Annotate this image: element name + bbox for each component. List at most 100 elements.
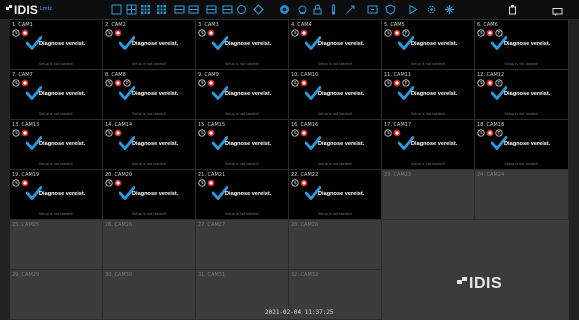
record-status-icon: [105, 29, 113, 37]
layout-3x3-icon[interactable]: [140, 4, 151, 15]
layout-sequence-icon[interactable]: [253, 4, 264, 15]
idis-big-logo: IDIS: [457, 275, 517, 295]
record-status-icon: [12, 79, 20, 87]
layout-4x4-icon[interactable]: [156, 4, 167, 15]
layout-grid-icon[interactable]: [206, 4, 217, 15]
camera-tile[interactable]: 1. CAM1 Diagnose vereist. Setup is not loa…: [10, 20, 103, 70]
camera-tile[interactable]: 27. CAM27: [196, 220, 289, 270]
diagnose-message: Diagnose vereist.: [318, 41, 365, 47]
camera-name: 18. CAM18: [477, 122, 505, 128]
camera-tile[interactable]: 22. CAM22 Diagnose vereist. Setup is not l…: [289, 170, 382, 220]
camera-tile[interactable]: 11. CAM11 P Diagnose vereist. Setup is not …: [382, 70, 475, 120]
camera-tile[interactable]: 26. CAM26: [103, 220, 196, 270]
record-status-icon: [198, 79, 206, 87]
record-status-icon: [291, 29, 299, 37]
fullscreen-icon[interactable]: [279, 4, 290, 15]
diagnose-message: Diagnose vereist.: [504, 91, 551, 97]
camera-name: 2. CAM2: [105, 22, 126, 28]
camera-tile[interactable]: 16. CAM16 Diagnose vereist. Setup is not l…: [289, 120, 382, 170]
record-status-icon: [105, 179, 113, 187]
camera-tile[interactable]: 17. CAM17 Diagnose vereist. Setup is not l…: [382, 120, 475, 170]
camera-tile[interactable]: 14. CAM14 Diagnose vereist. Setup is not l…: [103, 120, 196, 170]
camera-name: 5. CAM5: [384, 22, 405, 28]
diagnose-message: Diagnose vereist.: [504, 41, 551, 47]
setup-message: Setup is not loaded!: [131, 62, 167, 66]
camera-name: 28. CAM28: [291, 222, 319, 228]
record-status-icon: [105, 129, 113, 137]
camera-name: 3. CAM3: [198, 22, 219, 28]
camera-tile[interactable]: 23. CAM23: [382, 170, 475, 220]
camera-tile[interactable]: 12. CAM12 P Diagnose vereist. Setup is not …: [475, 70, 569, 120]
camera-tile[interactable]: 4. CAM4 Diagnose vereist. Setup is not loa…: [289, 20, 382, 70]
layout-2x2-icon[interactable]: [126, 4, 137, 15]
setup-message: Setup is not loaded!: [38, 112, 74, 116]
camera-name: 26. CAM26: [105, 222, 133, 228]
single-layout-icon[interactable]: [111, 4, 122, 15]
record-status-icon: [291, 129, 299, 137]
record-status-icon: [384, 29, 392, 37]
camera-tile[interactable]: 30. CAM30: [103, 270, 196, 320]
camera-grid: 1. CAM1 Diagnose vereist. Setup is not loa…: [10, 20, 569, 320]
status-clock-icon[interactable]: [508, 3, 517, 15]
setup-message: Setup is not loaded!: [410, 112, 446, 116]
setup-message: Setup is not loaded!: [224, 162, 260, 166]
camera-name: 15. CAM15: [198, 122, 226, 128]
camera-tile[interactable]: 24. CAM24: [475, 170, 569, 220]
settings-icon[interactable]: [426, 4, 437, 15]
camera-tile[interactable]: 7. CAM7 Diagnose vereist. Setup is not loa…: [10, 70, 103, 120]
layout-custom-icon[interactable]: [174, 4, 185, 15]
camera-tile[interactable]: 28. CAM28: [289, 220, 382, 270]
camera-tile[interactable]: 3. CAM3 Diagnose vereist. Setup is not loa…: [196, 20, 289, 70]
shield-icon[interactable]: [385, 4, 396, 15]
camera-name: 17. CAM17: [384, 122, 412, 128]
user-badge: Lmtc: [40, 6, 53, 12]
setup-message: Setup is not loaded!: [224, 62, 260, 66]
zoom-icon[interactable]: [367, 4, 378, 15]
camera-tile[interactable]: 19. CAM19 Diagnose vereist. Setup is not l…: [10, 170, 103, 220]
camera-name: 32. CAM32: [291, 272, 319, 278]
camera-tile[interactable]: 6. CAM6 P Diagnose vereist. Setup is not lo…: [475, 20, 569, 70]
lock-icon[interactable]: [312, 4, 323, 15]
thermometer-icon[interactable]: [328, 4, 339, 15]
diagnose-message: Diagnose vereist.: [132, 191, 179, 197]
chat-icon[interactable]: [552, 4, 563, 16]
camera-name: 14. CAM14: [105, 122, 133, 128]
camera-tile[interactable]: 2. CAM2 Diagnose vereist. Setup is not loa…: [103, 20, 196, 70]
camera-tile[interactable]: 21. CAM21 Diagnose vereist. Setup is not l…: [196, 170, 289, 220]
setup-message: Setup is not loaded!: [317, 62, 353, 66]
layout-wide-icon[interactable]: [188, 4, 199, 15]
diagnose-message: Diagnose vereist.: [225, 191, 272, 197]
play-icon[interactable]: [407, 4, 418, 15]
camera-tile[interactable]: 18. CAM18 P Diagnose vereist. Setup is not …: [475, 120, 569, 170]
camera-name: 20. CAM20: [105, 172, 133, 178]
left-margin: [0, 20, 10, 320]
camera-tile[interactable]: 15. CAM15 Diagnose vereist. Setup is not l…: [196, 120, 289, 170]
setup-message: Setup is not loaded!: [131, 112, 167, 116]
camera-name: 7. CAM7: [12, 72, 33, 78]
top-toolbar: IDIS Lmtc: [0, 0, 579, 20]
record-status-icon: [198, 29, 206, 37]
setup-message: Setup is not loaded!: [38, 62, 74, 66]
camera-name: 27. CAM27: [198, 222, 226, 228]
setup-message: Setup is not loaded!: [317, 162, 353, 166]
camera-tile[interactable]: 29. CAM29: [10, 270, 103, 320]
diagnose-message: Diagnose vereist.: [132, 91, 179, 97]
camera-tile[interactable]: 9. CAM9 Diagnose vereist. Setup is not loa…: [196, 70, 289, 120]
camera-tile[interactable]: 5. CAM5 P Diagnose vereist. Setup is not lo…: [382, 20, 475, 70]
network-icon[interactable]: [444, 4, 455, 15]
diagnose-message: Diagnose vereist.: [39, 141, 86, 147]
draw-icon[interactable]: [345, 4, 356, 15]
camera-name: 11. CAM11: [384, 72, 412, 78]
camera-tile[interactable]: 20. CAM20 Diagnose vereist. Setup is not l…: [103, 170, 196, 220]
camera-name: 6. CAM6: [477, 22, 498, 28]
camera-status-icon[interactable]: [297, 4, 308, 15]
layout-circle-icon[interactable]: [236, 4, 247, 15]
camera-tile[interactable]: 13. CAM13 Diagnose vereist. Setup is not l…: [10, 120, 103, 170]
camera-tile[interactable]: 10. CAM10 Diagnose vereist. Setup is not l…: [289, 70, 382, 120]
camera-name: 4. CAM4: [291, 22, 312, 28]
camera-tile[interactable]: 8. CAM8 P Diagnose vereist. Setup is not lo…: [103, 70, 196, 120]
camera-tile[interactable]: 25. CAM25: [10, 220, 103, 270]
diagnose-message: Diagnose vereist.: [39, 41, 86, 47]
layout-tile-icon[interactable]: [222, 4, 233, 15]
camera-name: 24. CAM24: [477, 172, 505, 178]
